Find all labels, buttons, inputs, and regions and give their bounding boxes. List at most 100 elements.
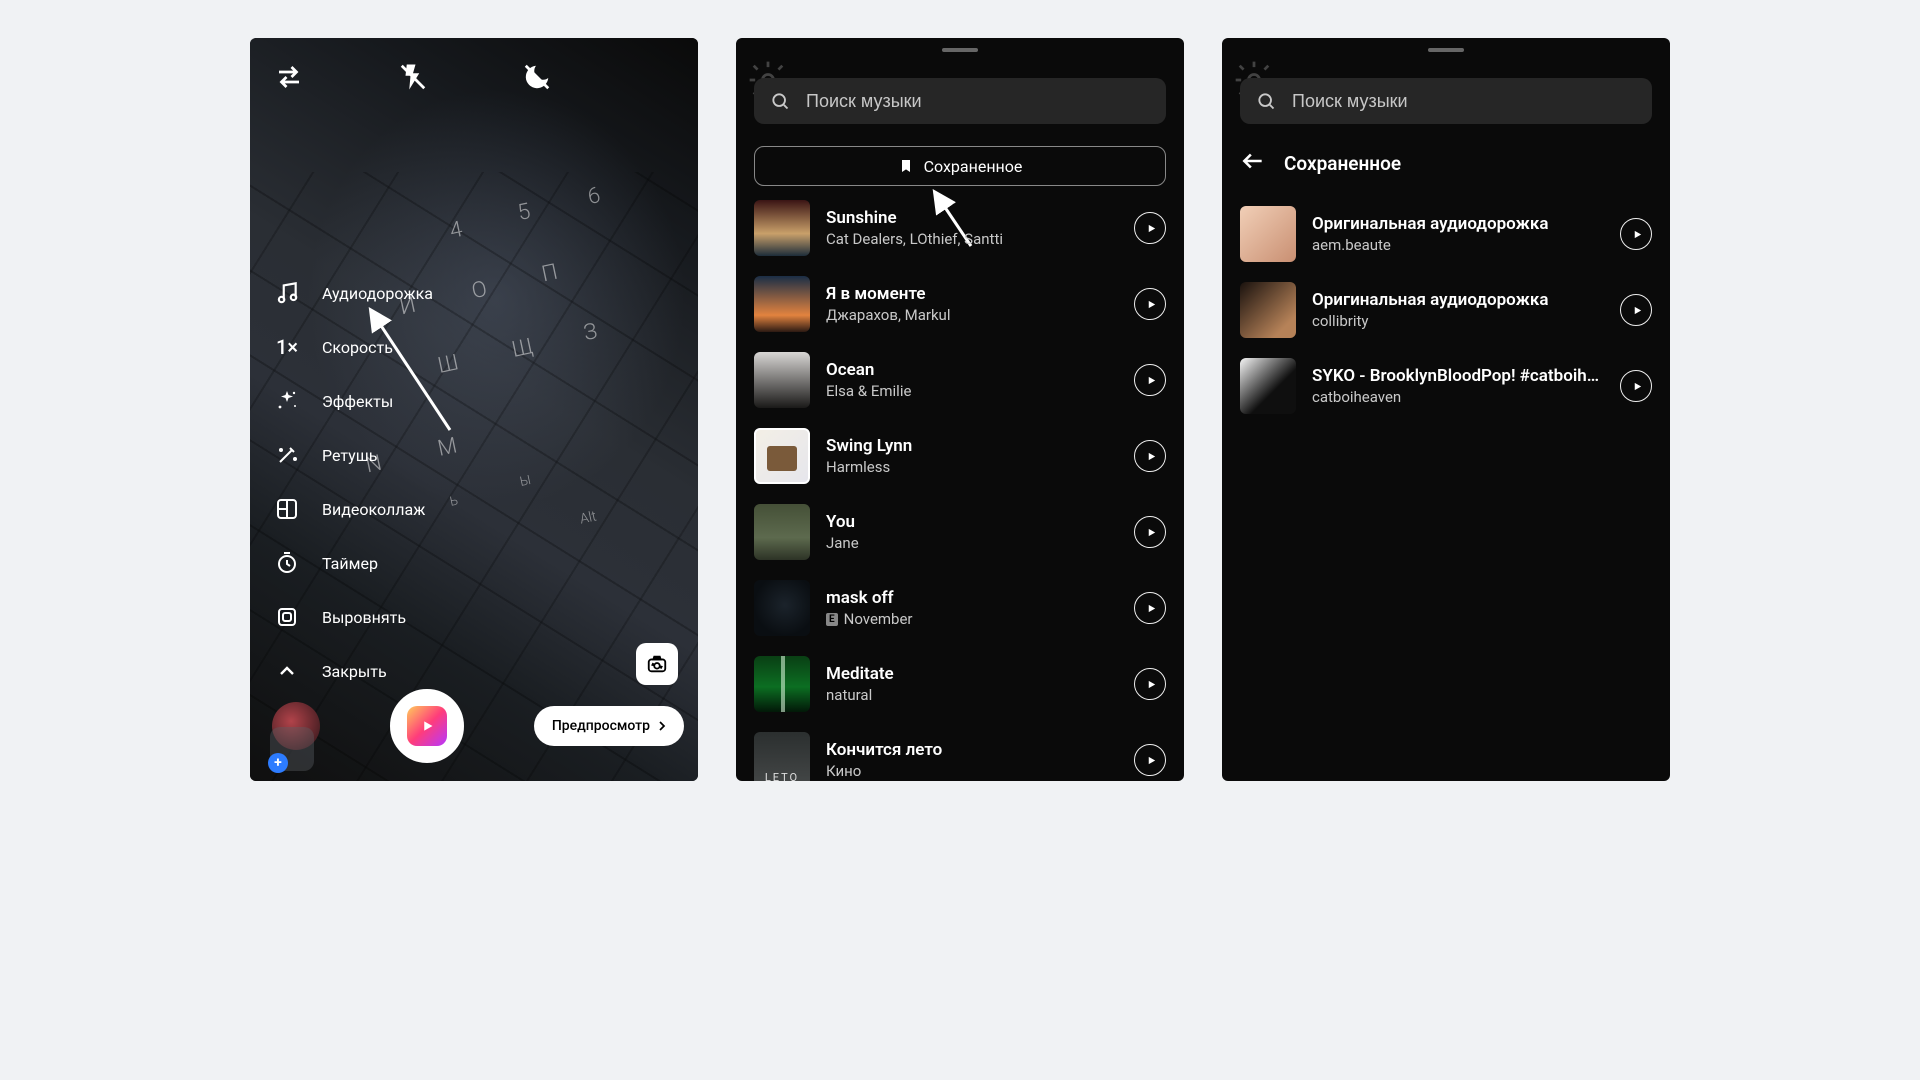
screen-music-search: Сохраненное Sunshine Cat Dealers, LOthie… xyxy=(736,38,1184,781)
track-artist: ENovember xyxy=(826,610,1118,628)
night-off-icon[interactable] xyxy=(520,60,554,94)
play-button[interactable] xyxy=(1134,592,1166,624)
track-title: Meditate xyxy=(826,664,1118,684)
magic-wand-icon xyxy=(272,440,302,470)
play-button[interactable] xyxy=(1620,370,1652,402)
track-row[interactable]: Оригинальная аудиодорожка collibrity xyxy=(1240,282,1652,338)
flash-off-icon[interactable] xyxy=(396,60,430,94)
tool-align[interactable]: Выровнять xyxy=(272,602,433,632)
tool-label: Выровнять xyxy=(322,608,406,627)
tool-timer[interactable]: Таймер xyxy=(272,548,433,578)
search-icon xyxy=(770,91,790,111)
chevron-up-icon xyxy=(272,656,302,686)
track-row[interactable]: Sunshine Cat Dealers, LOthief, Santti xyxy=(754,200,1166,256)
track-title: Ocean xyxy=(826,360,1118,380)
track-artist: Кино xyxy=(826,762,1118,780)
tool-retouch[interactable]: Ретушь xyxy=(272,440,433,470)
music-search-input[interactable] xyxy=(1240,78,1652,124)
play-button[interactable] xyxy=(1134,668,1166,700)
music-note-icon xyxy=(272,278,302,308)
track-artist: collibrity xyxy=(1312,312,1604,330)
screen-saved-music: Сохраненное Оригинальная аудиодорожка ae… xyxy=(1222,38,1670,781)
track-artist: Jane xyxy=(826,534,1118,552)
preview-button[interactable]: Предпросмотр xyxy=(534,706,684,746)
track-row[interactable]: Meditate natural xyxy=(754,656,1166,712)
saved-label: Сохраненное xyxy=(924,157,1023,176)
play-button[interactable] xyxy=(1134,744,1166,776)
gallery-add[interactable]: + xyxy=(270,727,314,771)
track-title: Оригинальная аудиодорожка xyxy=(1312,290,1604,310)
tool-label: Эффекты xyxy=(322,392,393,411)
album-cover xyxy=(1240,206,1296,262)
album-cover xyxy=(1240,282,1296,338)
track-artist: aem.beaute xyxy=(1312,236,1604,254)
search-field[interactable] xyxy=(806,91,1150,112)
shutter-button[interactable] xyxy=(390,689,464,763)
track-row[interactable]: mask off ENovember xyxy=(754,580,1166,636)
align-icon xyxy=(272,602,302,632)
track-title: Оригинальная аудиодорожка xyxy=(1312,214,1604,234)
track-row[interactable]: Я в моменте Джарахов, Markul xyxy=(754,276,1166,332)
track-artist: catboiheaven xyxy=(1312,388,1604,406)
album-cover xyxy=(754,732,810,781)
track-artist: Джарахов, Markul xyxy=(826,306,1118,324)
sheet-handle[interactable] xyxy=(942,48,978,52)
track-title: SYKO - BrooklynBloodPop! #catboiheaven xyxy=(1312,366,1604,386)
preview-label: Предпросмотр xyxy=(552,718,650,734)
album-cover xyxy=(1240,358,1296,414)
track-row[interactable]: Оригинальная аудиодорожка aem.beaute xyxy=(1240,206,1652,262)
play-button[interactable] xyxy=(1620,218,1652,250)
track-artist: Elsa & Emilie xyxy=(826,382,1118,400)
back-button[interactable] xyxy=(1240,148,1266,178)
track-row[interactable]: You Jane xyxy=(754,504,1166,560)
track-title: You xyxy=(826,512,1118,532)
saved-button[interactable]: Сохраненное xyxy=(754,146,1166,186)
flip-camera-button[interactable] xyxy=(636,643,678,685)
tool-collage[interactable]: Видеоколлаж xyxy=(272,494,433,524)
sheet-handle[interactable] xyxy=(1428,48,1464,52)
album-cover xyxy=(754,504,810,560)
track-title: Swing Lynn xyxy=(826,436,1118,456)
play-button[interactable] xyxy=(1134,288,1166,320)
play-button[interactable] xyxy=(1134,212,1166,244)
screen-camera: 4 5 6 И О П Ш Щ З N M Ь Ы Alt Аудиодорож… xyxy=(250,38,698,781)
timer-icon xyxy=(272,548,302,578)
tool-label: Таймер xyxy=(322,554,378,573)
plus-icon: + xyxy=(268,753,288,773)
sparkle-icon xyxy=(272,386,302,416)
explicit-badge: E xyxy=(826,613,838,626)
play-button[interactable] xyxy=(1620,294,1652,326)
play-button[interactable] xyxy=(1134,516,1166,548)
search-field[interactable] xyxy=(1292,91,1636,112)
track-artist: natural xyxy=(826,686,1118,704)
album-cover xyxy=(754,352,810,408)
track-row[interactable]: Swing Lynn Harmless xyxy=(754,428,1166,484)
collage-icon xyxy=(272,494,302,524)
arrow-left-icon xyxy=(1240,148,1266,174)
tool-speed[interactable]: 1× Скорость xyxy=(272,332,433,362)
play-button[interactable] xyxy=(1134,440,1166,472)
track-title: Я в моменте xyxy=(826,284,1118,304)
track-artist: Cat Dealers, LOthief, Santti xyxy=(826,230,1118,248)
bookmark-icon xyxy=(898,158,914,174)
reels-icon xyxy=(407,706,447,746)
tool-effects[interactable]: Эффекты xyxy=(272,386,433,416)
tool-close-menu[interactable]: Закрыть xyxy=(272,656,433,686)
track-row[interactable]: SYKO - BrooklynBloodPop! #catboiheaven c… xyxy=(1240,358,1652,414)
page-title: Сохраненное xyxy=(1284,152,1401,175)
track-artist: Harmless xyxy=(826,458,1118,476)
album-cover xyxy=(754,428,810,484)
tool-audio[interactable]: Аудиодорожка xyxy=(272,278,433,308)
album-cover xyxy=(754,656,810,712)
play-button[interactable] xyxy=(1134,364,1166,396)
album-cover xyxy=(754,580,810,636)
track-row[interactable]: Ocean Elsa & Emilie xyxy=(754,352,1166,408)
track-title: Кончится лето xyxy=(826,740,1118,760)
music-search-input[interactable] xyxy=(754,78,1166,124)
swap-icon[interactable] xyxy=(272,60,306,94)
tool-label: Видеоколлаж xyxy=(322,500,425,519)
speed-1x-icon: 1× xyxy=(272,332,302,362)
album-cover xyxy=(754,200,810,256)
track-row[interactable]: Кончится лето Кино xyxy=(754,732,1166,781)
tool-label: Аудиодорожка xyxy=(322,284,433,303)
